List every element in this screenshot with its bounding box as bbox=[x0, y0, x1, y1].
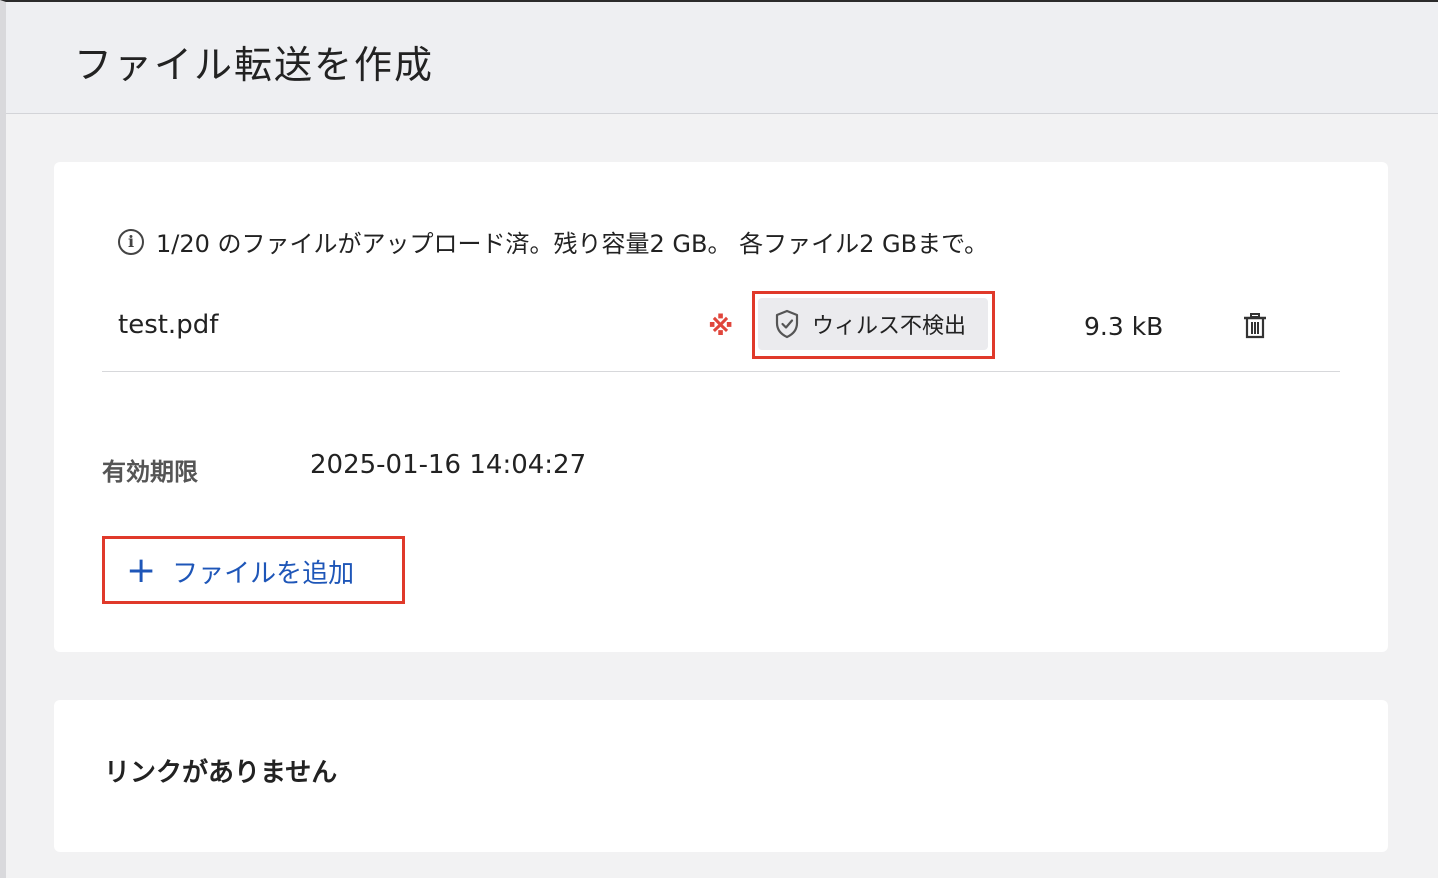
no-links-message: リンクがありません bbox=[104, 758, 338, 788]
info-icon: i bbox=[118, 228, 144, 255]
file-name: test.pdf bbox=[118, 310, 219, 340]
upload-info-text: 1/20 のファイルがアップロード済。残り容量2 GB。 各ファイル2 GBまで… bbox=[156, 230, 989, 258]
plus-icon: + bbox=[126, 550, 157, 591]
file-row: test.pdf ※ ウィルス不検出 9.3 kB bbox=[102, 290, 1340, 372]
trash-icon[interactable] bbox=[1242, 312, 1268, 340]
virus-status-badge: ウィルス不検出 bbox=[758, 298, 988, 350]
expiry-value: 2025-01-16 14:04:27 bbox=[310, 450, 587, 480]
page-header: ファイル転送を作成 bbox=[6, 2, 1438, 114]
add-file-label: ファイルを追加 bbox=[172, 558, 355, 589]
links-card: リンクがありません bbox=[54, 700, 1388, 852]
add-file-button[interactable]: + ファイルを追加 bbox=[116, 546, 364, 596]
upload-info: i 1/20 のファイルがアップロード済。残り容量2 GB。 各ファイル2 GB… bbox=[118, 224, 988, 259]
required-mark: ※ bbox=[708, 312, 734, 342]
upload-card: i 1/20 のファイルがアップロード済。残り容量2 GB。 各ファイル2 GB… bbox=[54, 162, 1388, 652]
file-size: 9.3 kB bbox=[1084, 312, 1164, 341]
virus-status-label: ウィルス不検出 bbox=[812, 314, 967, 339]
page-title: ファイル転送を作成 bbox=[74, 43, 435, 87]
shield-icon bbox=[775, 309, 799, 339]
expiry-label: 有効期限 bbox=[102, 458, 198, 486]
